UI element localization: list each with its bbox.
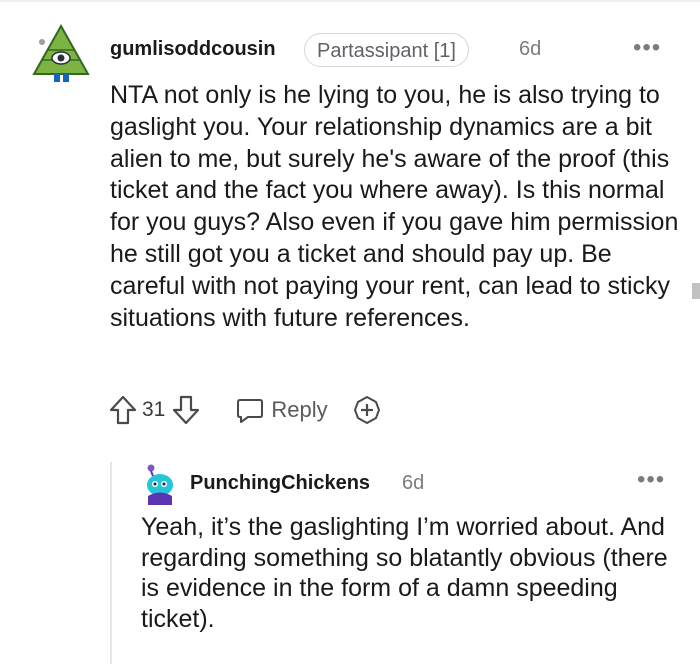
avatar[interactable] (140, 463, 178, 505)
avatar[interactable] (30, 22, 92, 84)
reply-button[interactable]: Reply (235, 394, 328, 426)
top-divider (0, 0, 700, 2)
reply-author[interactable]: PunchingChickens (190, 472, 370, 495)
reply-overflow-menu[interactable]: ••• (637, 466, 665, 494)
comment-actions: 31 Reply (108, 392, 382, 428)
reply-label: Reply (271, 397, 328, 422)
comment-timestamp: 6d (519, 38, 542, 60)
comment-author[interactable]: gumlisoddcousin (110, 38, 276, 61)
speech-bubble-icon (237, 399, 264, 423)
reply-timestamp: 6d (402, 472, 425, 494)
user-flair: Partassipant [1] (304, 33, 469, 67)
vote-count: 31 (142, 398, 166, 421)
comment-overflow-menu[interactable]: ••• (633, 34, 661, 62)
comment-body: NTA not only is he lying to you, he is a… (110, 81, 679, 332)
thread-line[interactable] (110, 462, 112, 664)
scrollbar-thumb[interactable] (692, 283, 700, 299)
downvote-arrow-icon[interactable] (171, 394, 201, 426)
reply-body: Yeah, it’s the gaslighting I’m worried a… (141, 513, 668, 633)
plus-award-icon[interactable] (352, 394, 382, 426)
upvote-arrow-icon[interactable] (108, 394, 138, 426)
